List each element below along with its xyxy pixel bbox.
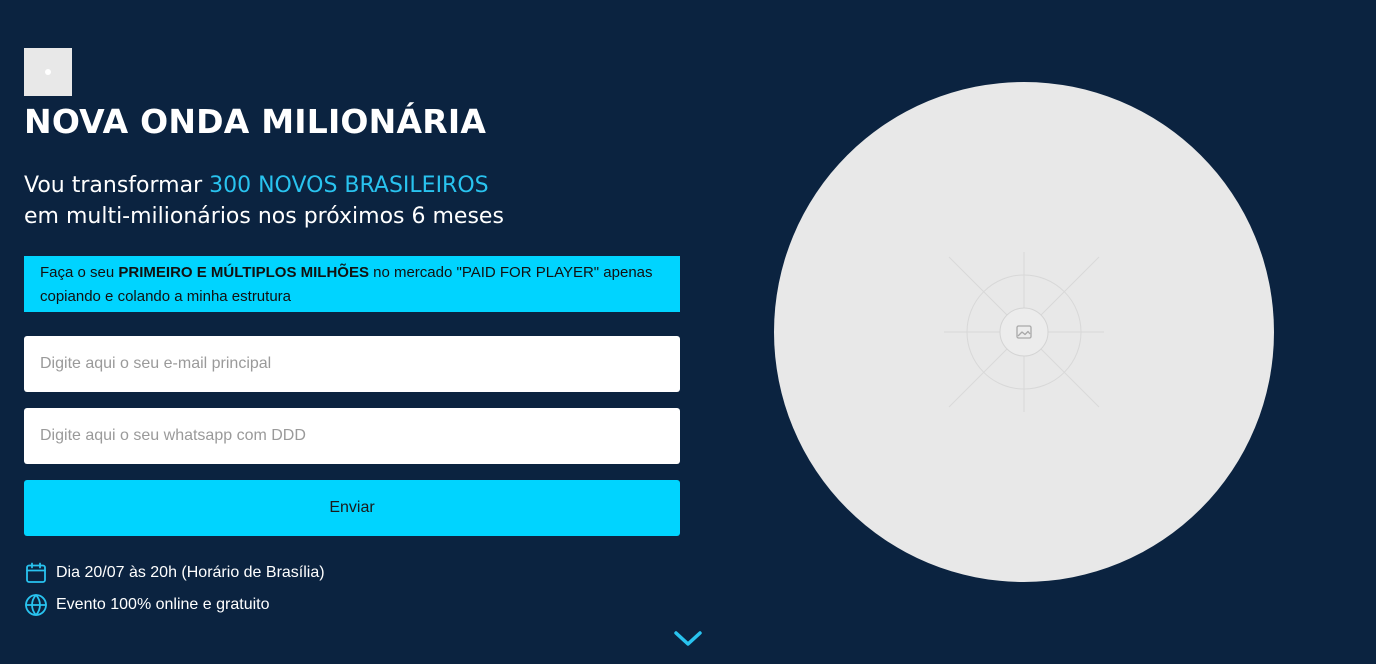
subtitle-line2: em multi-milionários nos próximos 6 mese…	[24, 204, 504, 229]
banner-text-before: Faça o seu	[40, 264, 119, 281]
logo-placeholder	[24, 48, 72, 96]
image-placeholder-icon	[944, 252, 1104, 412]
banner-text-bold: PRIMEIRO E MÚLTIPLOS MILHÕES	[118, 264, 369, 281]
page-title: NOVA ONDA MILIONÁRIA	[24, 102, 487, 141]
logo-dot	[45, 69, 51, 75]
subtitle-highlight: 300 NOVOS BRASILEIROS	[209, 173, 489, 198]
submit-button[interactable]: Enviar	[24, 480, 680, 536]
event-online-text: Evento 100% online e gratuito	[56, 596, 270, 613]
calendar-icon	[26, 562, 46, 583]
chevron-down-icon[interactable]	[672, 628, 704, 650]
email-field[interactable]	[24, 336, 680, 392]
whatsapp-field[interactable]	[24, 408, 680, 464]
landing-page: NOVA ONDA MILIONÁRIA Vou transformar 300…	[0, 0, 1376, 664]
subtitle-prefix: Vou transformar	[24, 173, 210, 198]
page-subtitle: Vou transformar 300 NOVOS BRASILEIROS em…	[24, 170, 504, 232]
event-date-text: Dia 20/07 às 20h (Horário de Brasília)	[56, 564, 325, 581]
event-date-row: Dia 20/07 às 20h (Horário de Brasília)	[24, 561, 325, 585]
promo-banner: Faça o seu PRIMEIRO E MÚLTIPLOS MILHÕES …	[24, 256, 680, 312]
hero-image-placeholder	[774, 82, 1274, 582]
event-online-row: Evento 100% online e gratuito	[24, 593, 269, 617]
globe-icon	[25, 594, 47, 616]
